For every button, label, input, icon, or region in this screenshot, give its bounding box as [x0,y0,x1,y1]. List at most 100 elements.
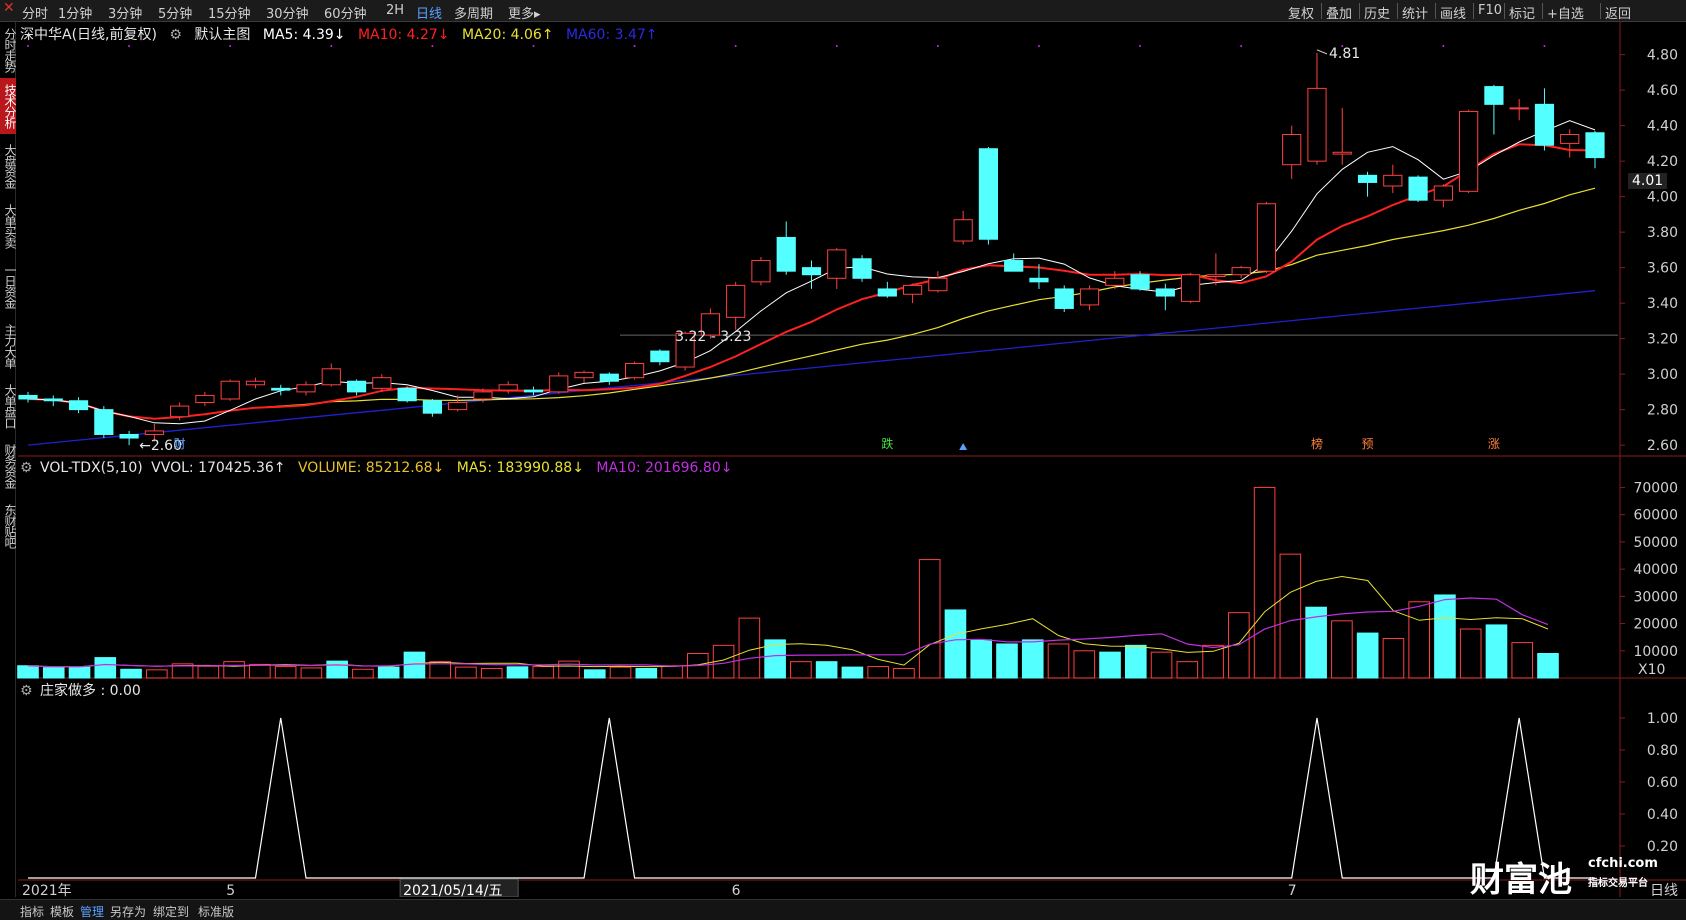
period-daily[interactable]: 日线 [416,3,442,22]
top-dot [128,45,131,47]
candle [574,370,594,384]
volume-bar [918,559,941,679]
candle [928,271,948,293]
candle [1509,99,1529,121]
candle-body [1484,86,1504,105]
date-axis-label: 5 [226,883,235,897]
bottom-tab-template[interactable]: 模板 [50,903,74,920]
candle-body [397,387,417,402]
mark-button[interactable]: 标记 [1509,3,1535,22]
top-dot [330,45,333,47]
period-15min[interactable]: 15分钟 [208,3,251,22]
candle [726,281,746,330]
candle-body [902,284,923,295]
ma60-value: MA60: 3.47↑ [565,27,658,43]
top-dot [633,45,636,47]
period-intraday[interactable]: 分时 [22,3,48,22]
price-tick-label: 3.60 [1647,261,1678,277]
candle [1459,109,1479,194]
period-30min[interactable]: 30分钟 [266,3,309,22]
indicator-label[interactable]: 庄家做多 : 0.00 [40,683,141,699]
adjust-button[interactable]: 复权 [1288,3,1314,22]
add-watchlist-button[interactable]: +自选 [1547,3,1584,22]
candle-body [1206,274,1226,278]
candle-body [296,384,316,393]
settings-icon[interactable]: ⚙ [169,27,182,43]
period-2h[interactable]: 2H [386,3,404,18]
template-label[interactable]: 默认主图 [194,27,250,43]
bottom-tab-indicator[interactable]: 指标 [20,903,44,920]
overlay-button[interactable]: 叠加 [1326,3,1352,22]
candle [852,255,872,282]
close-icon[interactable]: ✕ [3,0,15,16]
up-triangle-icon [959,443,968,450]
stock-title: 深中华A(日线,前复权) [20,27,157,43]
candle-body [1105,277,1125,286]
volume-bar [893,667,915,679]
volume-bar [94,657,117,679]
top-dot [1037,45,1040,47]
candle [1357,171,1378,197]
candle-body [245,380,266,386]
bottom-tab-manage[interactable]: 管理 [80,903,104,920]
candle-body [1130,274,1150,290]
bottom-tab-bind[interactable]: 绑定到 [153,903,189,920]
candle [68,397,89,414]
period-multi[interactable]: 多周期 [454,3,493,22]
candle-body [1256,203,1277,272]
volume-bar [1459,628,1482,679]
candle [549,372,569,394]
period-5min[interactable]: 5分钟 [158,3,192,22]
candle-body [448,402,468,411]
volume-bar [635,667,658,679]
candle [448,395,468,412]
volume-bar [583,669,606,679]
top-dot [532,45,535,47]
period-1min[interactable]: 1分钟 [58,3,92,22]
volume-tick-label: 40000 [1633,562,1678,578]
bottom-tab-saveas[interactable]: 另存为 [110,903,146,920]
candle [801,260,822,289]
chart-area[interactable]: 4.80 4.60 4.40 4.20 4.00 3.80 3.60 3.40 3.20 3.00… [0,22,1686,897]
candle [94,406,114,439]
ma20-value: MA20: 4.06↑ [461,27,554,43]
candle-body [1231,267,1251,276]
volume-bar [1279,553,1302,679]
vol-ma10-value: MA10: 201696.80↓ [596,460,733,476]
volume-bar [970,639,993,679]
date-axis-label: 7 [1288,883,1297,897]
indicator-legend: ⚙ 庄家做多 : 0.00 [20,680,149,700]
candle [1408,175,1428,202]
volume-bar [867,666,889,679]
stats-button[interactable]: 统计 [1402,3,1428,22]
event-marker: 涨 [1488,436,1500,451]
draw-button[interactable]: 画线 [1440,3,1466,22]
f10-button[interactable]: F10 [1478,3,1502,18]
period-60min[interactable]: 60分钟 [324,3,367,22]
volume-bar [1202,644,1224,679]
candle [422,398,442,417]
candle [1484,84,1504,135]
period-more[interactable]: 更多▸ [508,3,541,22]
top-dot [431,45,434,47]
date-axis-label: 6 [732,883,741,897]
candle-body [144,430,164,435]
bottom-tab-standard[interactable]: 标准版 [198,903,234,920]
settings-icon[interactable]: ⚙ [20,683,33,699]
period-3min[interactable]: 3分钟 [108,3,142,22]
vol-indicator-name[interactable]: VOL-TDX(5,10) [40,460,143,476]
back-button[interactable]: 返回 [1605,3,1631,22]
volume-bar [326,660,348,679]
candle-body [1408,176,1428,201]
candle [321,363,341,387]
candle-body [498,384,518,391]
candle-body [776,236,796,272]
candle-body [1155,288,1175,297]
candle [1155,283,1175,311]
settings-icon[interactable]: ⚙ [20,460,33,476]
history-button[interactable]: 历史 [1364,3,1390,22]
price-tick-label: 2.80 [1647,403,1678,419]
watermark-logo: 财富池 cfchi.com 指标交易平台 [1470,852,1670,900]
candle-body [94,409,114,435]
volume-bar [300,667,323,679]
